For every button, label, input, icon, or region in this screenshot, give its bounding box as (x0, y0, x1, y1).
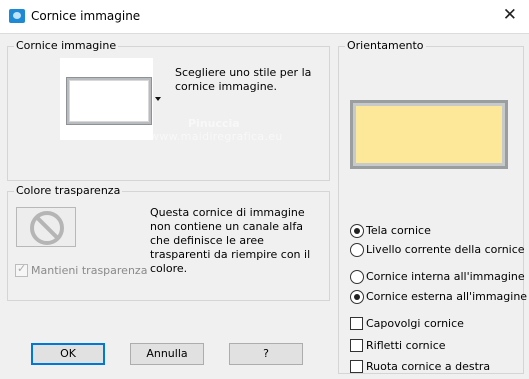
orientation-group-label: Orientamento (345, 39, 426, 52)
watermark: Pinuccia www.maidiregrafica.eu (150, 117, 283, 143)
rotate-frame-label[interactable]: Ruota cornice a destra (366, 360, 490, 373)
radio-tela-cornice[interactable] (350, 224, 364, 238)
rotate-frame-checkbox[interactable] (350, 360, 363, 373)
transparency-description: Questa cornice di immagine non contiene … (150, 206, 311, 275)
prohibited-icon (30, 211, 64, 245)
flip-frame-checkbox[interactable] (350, 317, 363, 330)
title-bar: Cornice immagine ✕ (0, 0, 529, 34)
window-title: Cornice immagine (31, 9, 141, 23)
radio-cornice-esterna-label[interactable]: Cornice esterna all'immagine (366, 290, 527, 303)
transparency-color-group-label: Colore trasparenza (14, 184, 123, 197)
ok-button[interactable]: OK (31, 343, 105, 365)
frame-style-group-label: Cornice immagine (14, 39, 119, 52)
radio-livello-corrente[interactable] (350, 243, 364, 257)
radio-cornice-interna[interactable] (350, 270, 364, 284)
frame-style-thumbnail[interactable] (67, 78, 151, 124)
app-icon (9, 9, 25, 23)
radio-cornice-interna-label[interactable]: Cornice interna all'immagine (366, 270, 525, 283)
frame-style-description: Scegliere uno stile per la cornice immag… (175, 66, 312, 93)
mirror-frame-label[interactable]: Rifletti cornice (366, 339, 446, 352)
cancel-button[interactable]: Annulla (130, 343, 204, 365)
watermark-name: Pinuccia (188, 117, 240, 130)
flip-frame-label[interactable]: Capovolgi cornice (366, 317, 464, 330)
close-icon[interactable]: ✕ (503, 5, 517, 25)
help-button[interactable]: ? (229, 343, 303, 365)
chevron-down-icon[interactable] (155, 97, 161, 101)
watermark-url: www.maidiregrafica.eu (150, 130, 283, 143)
radio-livello-corrente-label[interactable]: Livello corrente della cornice (366, 243, 525, 256)
transparency-color-swatch (16, 207, 76, 247)
keep-transparency-label: Mantieni trasparenza (31, 264, 148, 277)
radio-cornice-esterna[interactable] (350, 290, 364, 304)
mirror-frame-checkbox[interactable] (350, 339, 363, 352)
radio-tela-cornice-label[interactable]: Tela cornice (366, 224, 431, 237)
orientation-preview (350, 100, 508, 169)
keep-transparency-checkbox[interactable] (15, 262, 28, 277)
